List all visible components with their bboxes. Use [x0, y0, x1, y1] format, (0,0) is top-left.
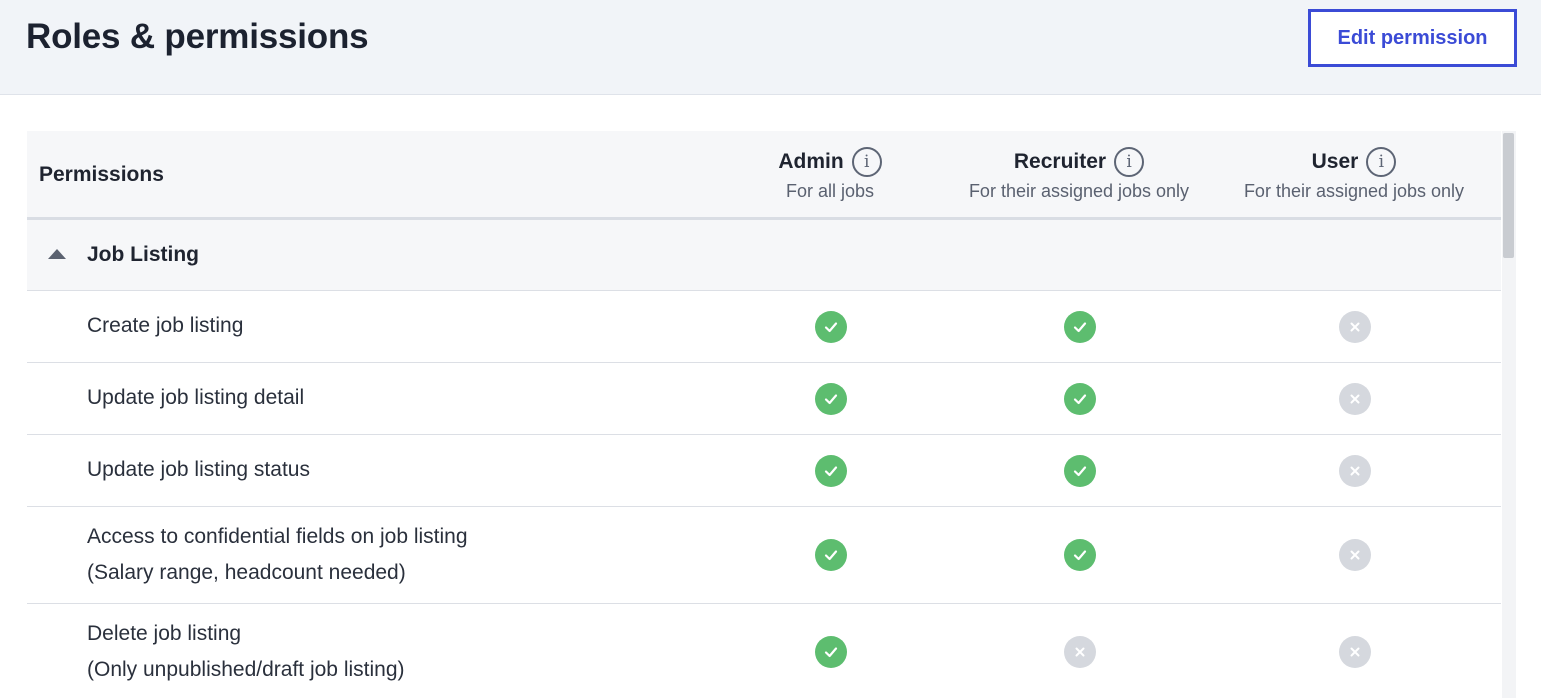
- permission-name: Update job listing detail: [87, 386, 305, 409]
- info-icon[interactable]: i: [1366, 147, 1397, 177]
- table-row: Access to confidential fields on job lis…: [27, 507, 1501, 604]
- role-column-user: User i For their assigned jobs only: [1214, 145, 1494, 202]
- section-label: Job Listing: [87, 243, 199, 266]
- permission-label: Access to confidential fields on job lis…: [87, 519, 468, 591]
- table-row: Create job listing: [27, 291, 1501, 363]
- section-job-listing[interactable]: Job Listing: [27, 220, 1501, 291]
- page-title: Roles & permissions: [26, 17, 369, 56]
- check-circle-icon: [1064, 454, 1096, 487]
- check-circle-icon: [815, 454, 847, 487]
- check-circle-icon: [815, 636, 847, 668]
- permission-name: Delete job listing: [87, 622, 242, 645]
- scrollbar-thumb[interactable]: [1503, 133, 1514, 258]
- permissions-column-header: Permissions: [39, 163, 164, 186]
- vertical-scrollbar[interactable]: [1502, 131, 1516, 698]
- table-row: Update job listing detail: [27, 363, 1501, 435]
- table-header: Permissions Admin i For all jobs Recruit…: [27, 131, 1501, 220]
- check-circle-icon: [1064, 539, 1096, 571]
- permission-label: Delete job listing (Only unpublished/draf…: [87, 616, 405, 688]
- role-name: Recruiter: [1013, 150, 1107, 173]
- check-circle-icon: [1064, 310, 1096, 343]
- role-name: Admin: [778, 150, 844, 173]
- permission-note: (Only unpublished/draft job listing): [87, 658, 405, 681]
- permission-label: Update job listing status: [87, 452, 310, 488]
- x-circle-icon: [1339, 454, 1371, 487]
- check-circle-icon: [1064, 382, 1096, 415]
- page-header: Roles & permissions Edit permission: [0, 0, 1541, 95]
- info-icon[interactable]: i: [1114, 147, 1145, 177]
- permissions-table: Permissions Admin i For all jobs Recruit…: [27, 131, 1501, 698]
- x-circle-icon: [1064, 636, 1096, 668]
- edit-permission-button[interactable]: Edit permission: [1308, 9, 1517, 67]
- role-scope: For all jobs: [785, 181, 875, 201]
- permission-note: (Salary range, headcount needed): [87, 561, 406, 584]
- x-circle-icon: [1339, 382, 1371, 415]
- permission-name: Create job listing: [87, 314, 244, 337]
- x-circle-icon: [1339, 310, 1371, 343]
- permission-name: Access to confidential fields on job lis…: [87, 525, 468, 548]
- x-circle-icon: [1339, 636, 1371, 668]
- info-icon[interactable]: i: [851, 147, 882, 177]
- x-circle-icon: [1339, 539, 1371, 571]
- check-circle-icon: [815, 539, 847, 571]
- role-column-admin: Admin i For all jobs: [690, 145, 970, 202]
- role-scope: For their assigned jobs only: [1243, 181, 1465, 201]
- role-scope: For their assigned jobs only: [968, 181, 1190, 201]
- role-name: User: [1311, 150, 1359, 173]
- check-circle-icon: [815, 310, 847, 343]
- table-row: Delete job listing (Only unpublished/draf…: [27, 604, 1501, 698]
- permission-label: Create job listing: [87, 308, 243, 344]
- check-circle-icon: [815, 382, 847, 415]
- caret-up-icon[interactable]: [48, 249, 66, 259]
- role-column-recruiter: Recruiter i For their assigned jobs only: [939, 145, 1219, 202]
- table-row: Update job listing status: [27, 435, 1501, 507]
- permission-label: Update job listing detail: [87, 380, 304, 416]
- permission-name: Update job listing status: [87, 458, 310, 481]
